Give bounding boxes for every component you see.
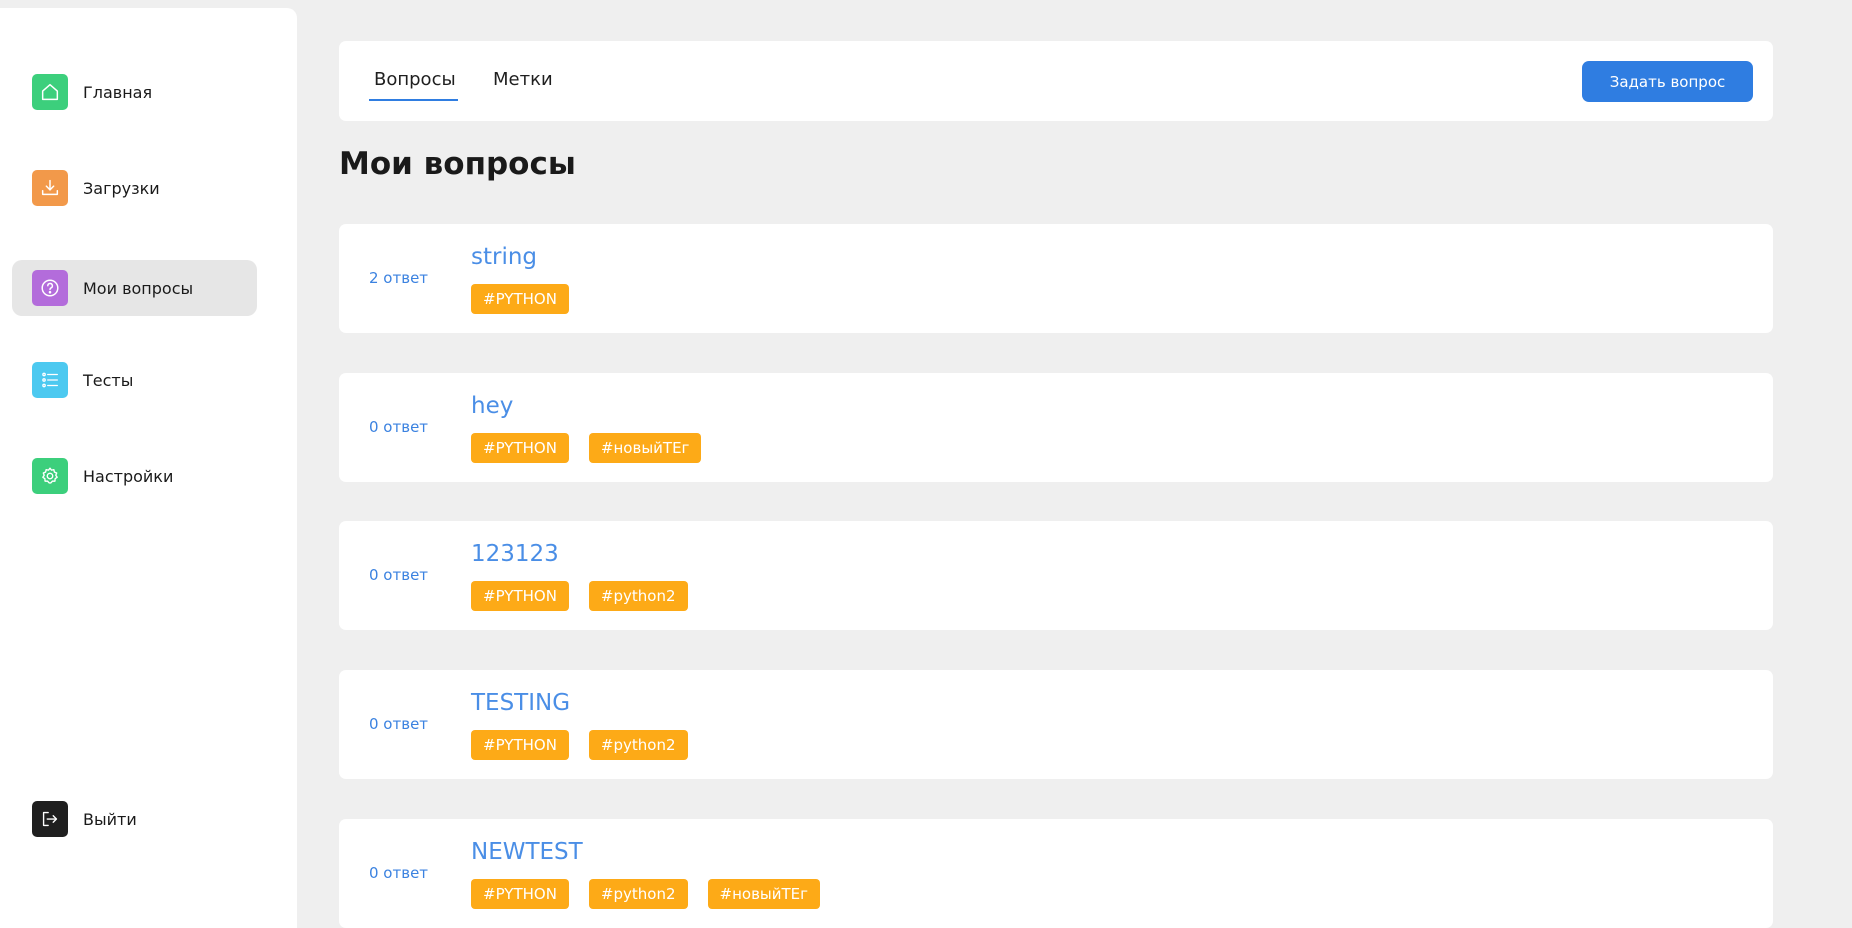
question-card: 2 ответ string #PYTHON (339, 224, 1773, 333)
question-card: 0 ответ hey #PYTHON #новыйТЕг (339, 373, 1773, 482)
tag[interactable]: #новыйТЕг (707, 879, 821, 909)
sidebar-item-my-questions[interactable]: Мои вопросы (12, 260, 257, 316)
ask-question-button[interactable]: Задать вопрос (1582, 61, 1753, 102)
page-title: Мои вопросы (339, 146, 576, 182)
logout-button[interactable]: Выйти (12, 791, 257, 847)
tag-list: #PYTHON #новыйТЕг (471, 433, 702, 463)
sidebar-item-label: Настройки (83, 466, 174, 486)
top-bar: Вопросы Метки Задать вопрос (339, 41, 1773, 121)
question-card: 0 ответ 123123 #PYTHON #python2 (339, 521, 1773, 630)
sidebar-item-home[interactable]: Главная (12, 64, 257, 120)
tag[interactable]: #новыйТЕг (588, 433, 702, 463)
tag-list: #PYTHON #python2 #новыйТЕг (471, 879, 821, 909)
answer-count: 0 ответ (369, 864, 429, 882)
answer-count: 0 ответ (369, 715, 429, 733)
answer-count: 2 ответ (369, 269, 429, 287)
tag[interactable]: #PYTHON (471, 879, 569, 909)
tab-questions[interactable]: Вопросы (374, 69, 456, 90)
tag-list: #PYTHON #python2 (471, 581, 688, 611)
download-icon (32, 170, 68, 206)
question-title[interactable]: TESTING (471, 690, 570, 716)
tag[interactable]: #PYTHON (471, 433, 569, 463)
sidebar-item-label: Мои вопросы (83, 278, 194, 298)
tag[interactable]: #python2 (588, 730, 688, 760)
tag-list: #PYTHON (471, 284, 569, 314)
question-card: 0 ответ NEWTEST #PYTHON #python2 #новыйТ… (339, 819, 1773, 928)
sidebar-item-downloads[interactable]: Загрузки (12, 160, 257, 216)
sidebar-item-label: Загрузки (83, 178, 160, 198)
active-tab-indicator (369, 99, 458, 101)
answer-count: 0 ответ (369, 566, 429, 584)
question-title[interactable]: string (471, 244, 537, 270)
sidebar-item-label: Главная (83, 82, 153, 102)
home-icon (32, 74, 68, 110)
logout-label: Выйти (83, 809, 137, 829)
sidebar-item-tests[interactable]: Тесты (12, 352, 257, 408)
sidebar: Главная Загрузки Мои вопросы Тесты Настр… (0, 8, 297, 928)
sidebar-item-settings[interactable]: Настройки (12, 448, 257, 504)
tag[interactable]: #python2 (588, 879, 688, 909)
list-icon (32, 362, 68, 398)
question-title[interactable]: hey (471, 393, 513, 419)
question-title[interactable]: NEWTEST (471, 839, 583, 865)
sidebar-item-label: Тесты (83, 370, 134, 390)
gear-icon (32, 458, 68, 494)
tag-list: #PYTHON #python2 (471, 730, 688, 760)
question-title[interactable]: 123123 (471, 541, 559, 567)
tag[interactable]: #PYTHON (471, 730, 569, 760)
question-card: 0 ответ TESTING #PYTHON #python2 (339, 670, 1773, 779)
tag[interactable]: #PYTHON (471, 284, 569, 314)
logout-icon (32, 801, 68, 837)
question-icon (32, 270, 68, 306)
answer-count: 0 ответ (369, 418, 429, 436)
tag[interactable]: #python2 (588, 581, 688, 611)
tag[interactable]: #PYTHON (471, 581, 569, 611)
tab-tags[interactable]: Метки (493, 69, 553, 90)
